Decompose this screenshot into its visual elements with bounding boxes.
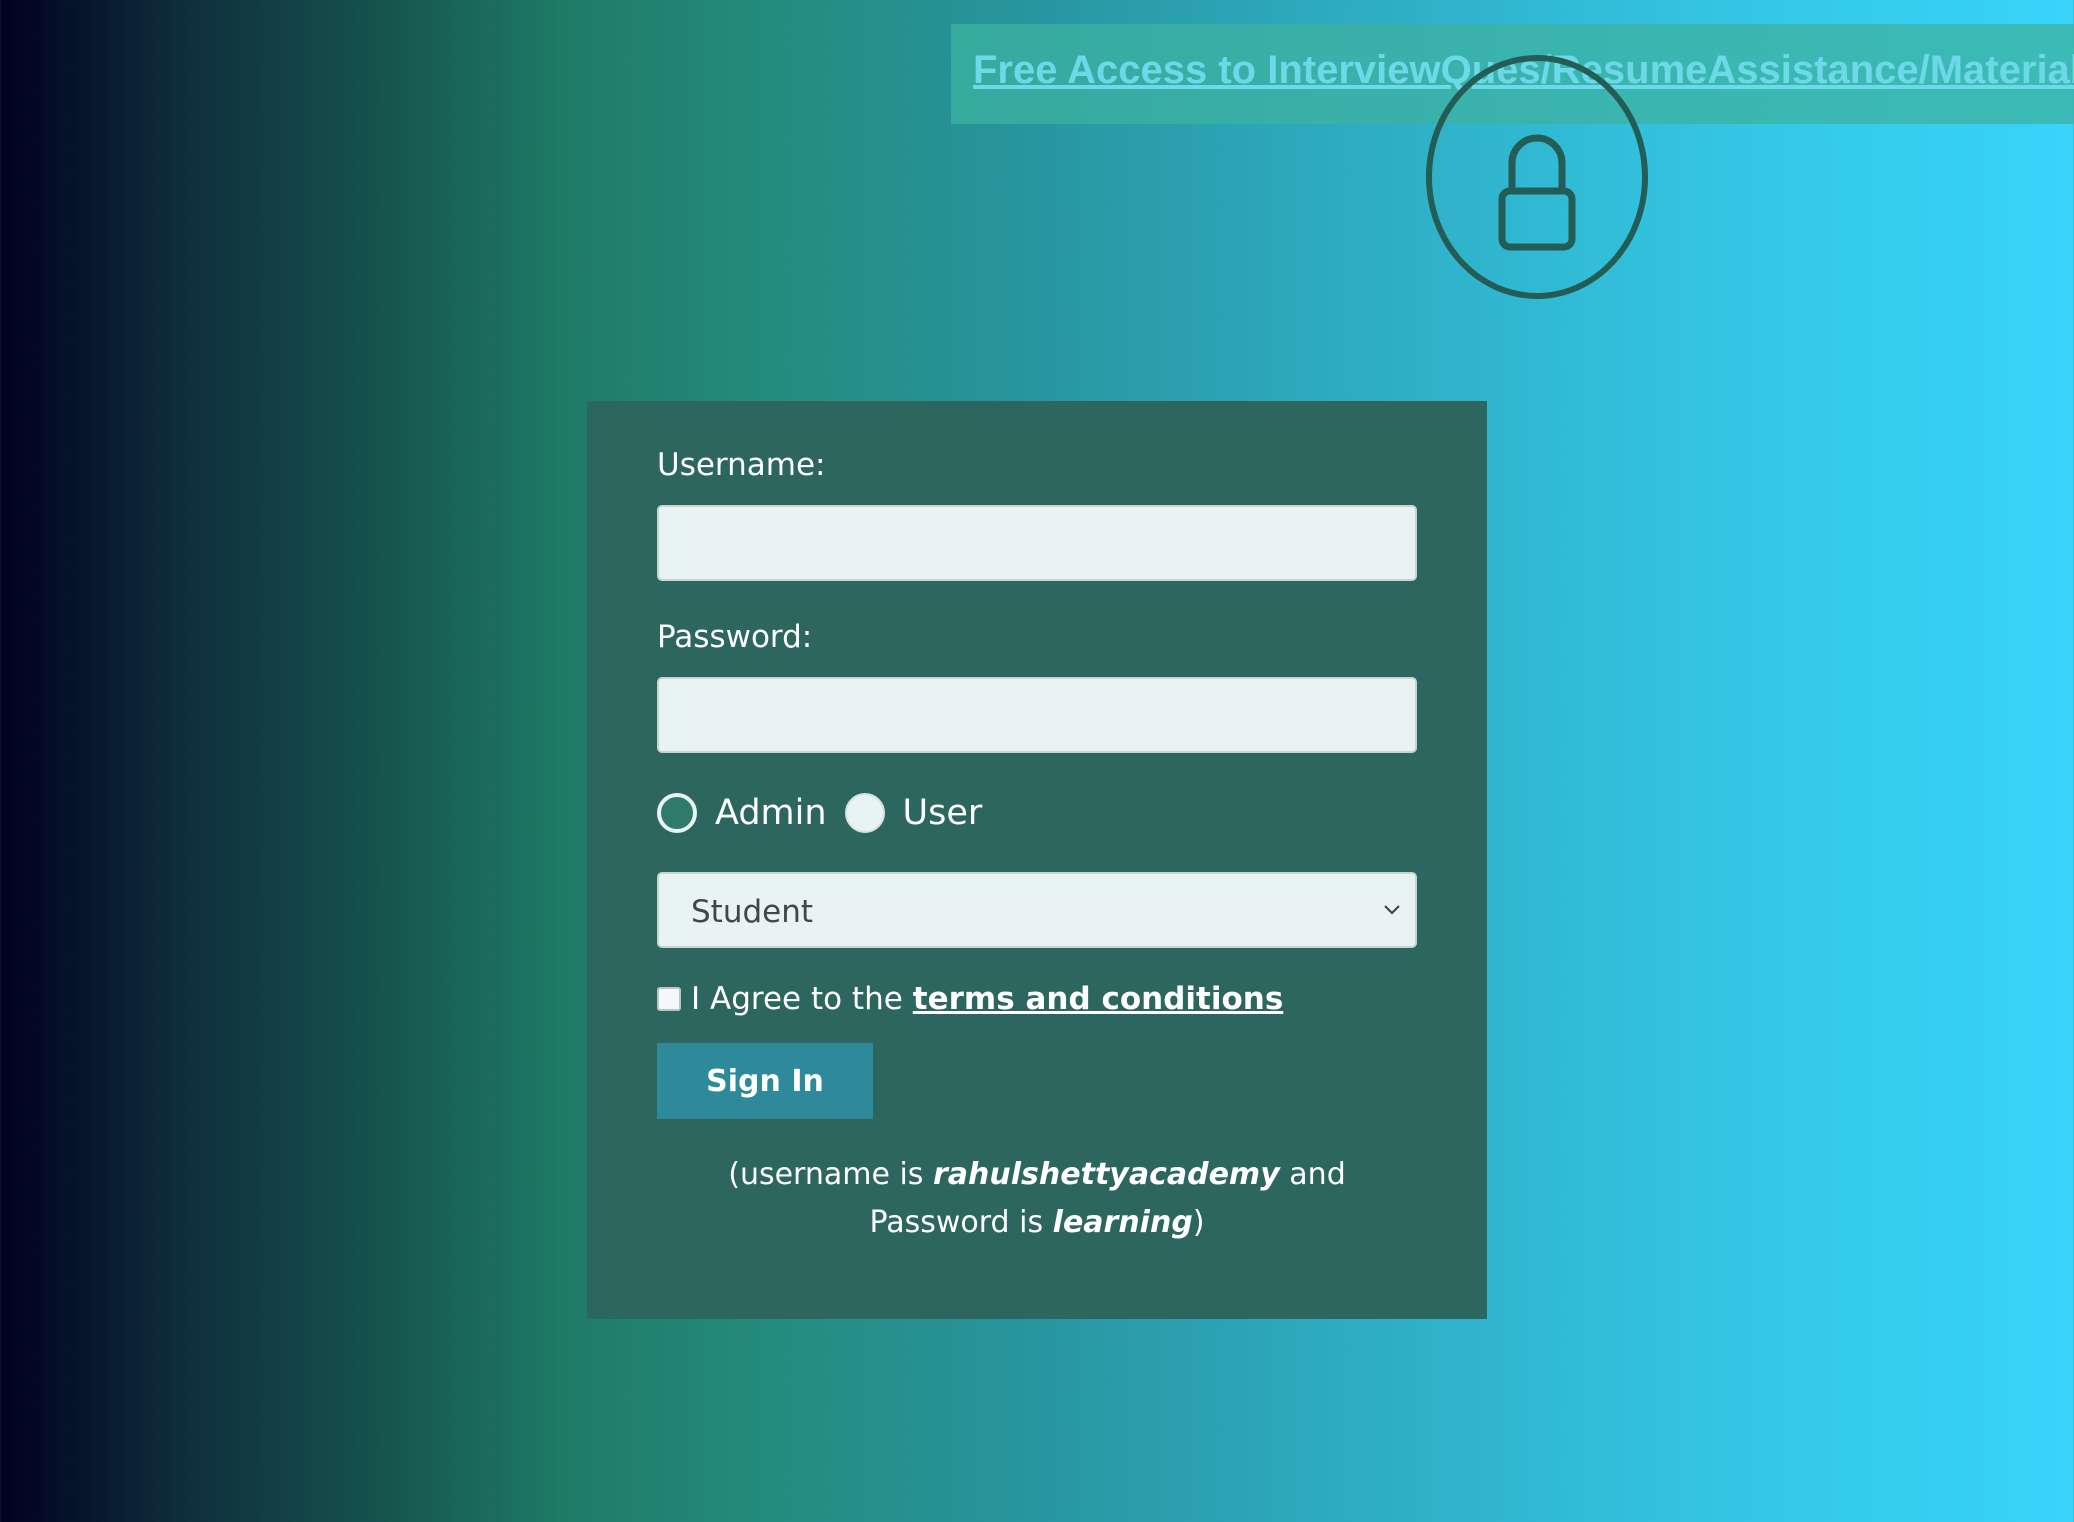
chevron-down-icon bbox=[1384, 905, 1400, 915]
role-select[interactable]: Student bbox=[657, 872, 1417, 948]
user-radio[interactable] bbox=[844, 793, 885, 833]
terms-label: I Agree to the bbox=[691, 981, 903, 1017]
role-radio-group: Admin User bbox=[657, 785, 1000, 841]
admin-radio-label: Admin bbox=[715, 793, 827, 833]
password-label: Password: bbox=[657, 619, 813, 655]
username-input[interactable] bbox=[657, 505, 1417, 581]
hint-suffix: ) bbox=[1192, 1205, 1205, 1240]
admin-radio[interactable] bbox=[657, 793, 697, 833]
credentials-hint: (username is rahulshettyacademy and Pass… bbox=[657, 1151, 1417, 1247]
terms-row: I Agree to the terms and conditions bbox=[657, 981, 1283, 1017]
username-label: Username: bbox=[657, 447, 826, 483]
role-select-value: Student bbox=[691, 894, 814, 930]
lock-icon bbox=[1426, 54, 1648, 300]
terms-checkbox[interactable] bbox=[657, 987, 681, 1011]
hint-password: learning bbox=[1052, 1205, 1193, 1240]
hint-username: rahulshettyacademy bbox=[933, 1157, 1280, 1192]
terms-link[interactable]: terms and conditions bbox=[913, 981, 1283, 1017]
user-radio-label: User bbox=[902, 793, 983, 833]
password-input[interactable] bbox=[657, 677, 1417, 753]
login-card: Username: Password: Admin User Student I… bbox=[587, 401, 1487, 1319]
hint-prefix: (username is bbox=[728, 1157, 924, 1192]
sign-in-button[interactable]: Sign In bbox=[657, 1043, 873, 1119]
